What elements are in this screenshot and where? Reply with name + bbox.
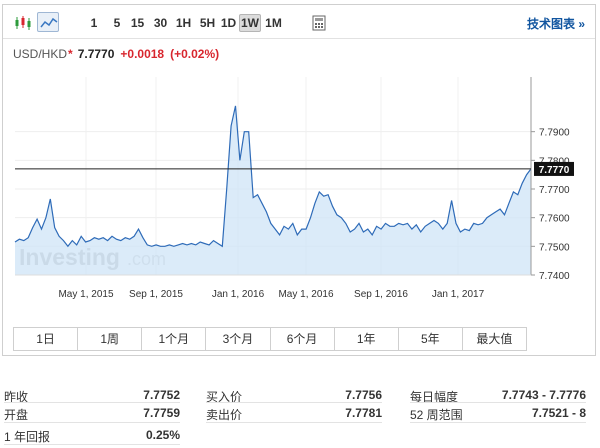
ask-value: 7.7781 — [345, 406, 382, 420]
range-selector: 1日 1周 1个月 3个月 6个月 1年 5年 最大值 — [13, 327, 527, 351]
prev-close-value: 7.7752 — [143, 388, 180, 402]
price-change: +0.0018 — [120, 47, 165, 61]
x-tick-label: Jan 1, 2017 — [432, 289, 485, 300]
chart-toolbar: 1 5 15 30 1H 5H 1D 1W 1M 技术图表 » — [3, 5, 595, 39]
y-tick-label: 7.7600 — [539, 214, 570, 225]
stats-divider — [4, 422, 180, 423]
ask-label: 卖出价 — [206, 408, 243, 422]
period-1m-button[interactable]: 1M — [263, 14, 284, 32]
day-range-value: 7.7743 - 7.7776 — [501, 388, 586, 402]
quote-header: USD/HKD* 7.7770 +0.0018 (+0.02%) — [13, 47, 219, 61]
range-1m-button[interactable]: 1个月 — [142, 328, 207, 350]
stats-divider — [4, 402, 180, 403]
fifty-two-week-range-value: 7.7521 - 8 — [531, 406, 586, 420]
chart-widget: 1 5 15 30 1H 5H 1D 1W 1M 技术图表 » USD/HKD* 7.7770 +0… — [2, 4, 596, 356]
y-tick-label: 7.7700 — [539, 185, 570, 196]
stats-divider — [206, 422, 382, 423]
stats-divider — [4, 444, 180, 445]
x-tick-label: Sep 1, 2015 — [129, 289, 183, 300]
price-change-percent: (+0.02%) — [170, 47, 220, 61]
open-value: 7.7759 — [143, 406, 180, 420]
calculator-icon[interactable] — [307, 12, 329, 32]
candlestick-icon[interactable] — [11, 12, 33, 32]
range-1w-button[interactable]: 1周 — [78, 328, 143, 350]
area-chart-icon[interactable] — [37, 12, 59, 32]
period-1d-button[interactable]: 1D — [219, 14, 238, 32]
y-tick-label: 7.7900 — [539, 128, 570, 139]
y-tick-label: 7.7400 — [539, 271, 570, 282]
range-3m-button[interactable]: 3个月 — [206, 328, 271, 350]
period-1h-button[interactable]: 1H — [173, 14, 194, 32]
range-1d-button[interactable]: 1日 — [14, 328, 79, 350]
bid-value: 7.7756 — [345, 388, 382, 402]
x-tick-label: May 1, 2015 — [58, 289, 113, 300]
range-max-button[interactable]: 最大值 — [463, 328, 526, 350]
range-5y-button[interactable]: 5年 — [399, 328, 463, 350]
stats-divider — [410, 422, 586, 423]
x-tick-label: Jan 1, 2016 — [212, 289, 265, 300]
range-1y-button[interactable]: 1年 — [335, 328, 399, 350]
current-value-label: 7.7770 — [539, 165, 570, 176]
period-15-button[interactable]: 15 — [128, 14, 147, 32]
price-chart[interactable]: 7.79007.78007.77007.76007.75007.7400May … — [11, 77, 591, 317]
period-30-button[interactable]: 30 — [151, 14, 170, 32]
last-price: 7.7770 — [77, 47, 115, 61]
one-year-return-value: 0.25% — [145, 428, 180, 442]
range-6m-button[interactable]: 6个月 — [271, 328, 335, 350]
one-year-return-label: 1 年回报 — [4, 430, 51, 444]
period-5h-button[interactable]: 5H — [197, 14, 218, 32]
stats-divider — [410, 402, 586, 403]
stats-divider — [206, 402, 382, 403]
fifty-two-week-range-label: 52 周范围 — [410, 408, 463, 422]
y-tick-label: 7.7500 — [539, 242, 570, 253]
period-1w-button[interactable]: 1W — [239, 14, 261, 32]
period-5-button[interactable]: 5 — [110, 14, 124, 32]
open-label: 开盘 — [4, 408, 29, 422]
symbol-label: USD/HKD — [13, 47, 68, 61]
delayed-star: * — [68, 47, 73, 61]
x-tick-label: Sep 1, 2016 — [354, 289, 408, 300]
period-1-button[interactable]: 1 — [87, 14, 101, 32]
technical-chart-link[interactable]: 技术图表 » — [527, 15, 585, 32]
x-tick-label: May 1, 2016 — [278, 289, 333, 300]
